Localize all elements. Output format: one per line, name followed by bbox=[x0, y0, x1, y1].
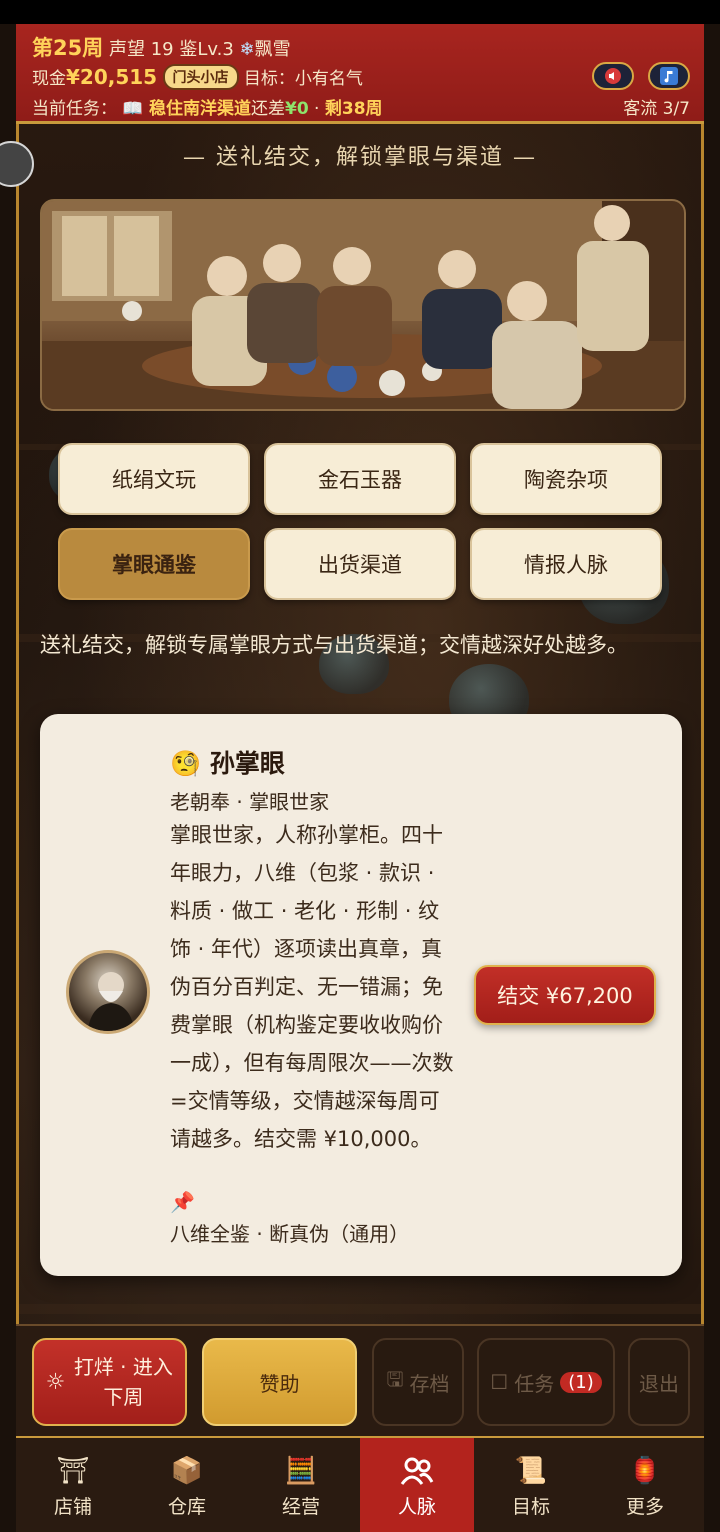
category-intel-contacts-button[interactable]: 情报人脉 bbox=[470, 528, 662, 600]
task-separator: · bbox=[308, 99, 325, 119]
category-appraisal-button[interactable]: 掌眼通鉴 bbox=[58, 528, 250, 600]
tab-contacts[interactable]: 人脉 bbox=[360, 1438, 474, 1532]
scroll-icon: 📜 bbox=[514, 1455, 548, 1486]
shop-icon: ⛩ bbox=[56, 1455, 90, 1486]
contact-avatar bbox=[66, 950, 150, 1034]
floppy-icon: 🖫 bbox=[386, 1367, 404, 1391]
people-icon bbox=[400, 1452, 434, 1490]
reputation-label: 声望 19 bbox=[108, 39, 174, 60]
scene-artwork bbox=[42, 201, 684, 409]
task-gap-label: 还差 bbox=[250, 99, 285, 119]
contact-perk: 📌 八维全鉴 · 断真伪（通用） bbox=[170, 1186, 430, 1250]
tasks-button[interactable]: ☐ 任务 (1) bbox=[477, 1338, 615, 1426]
contact-card: 🧐 孙掌眼 老朝奉 · 掌眼世家 掌眼世家，人称孙掌柜。四十年眼力，八维（包浆 … bbox=[40, 714, 682, 1276]
contact-description: 掌眼世家，人称孙掌柜。四十年眼力，八维（包浆 · 款识 · 料质 · 做工 · … bbox=[170, 823, 454, 1151]
weather-label: 飘雪 bbox=[254, 39, 291, 60]
save-button[interactable]: 🖫 存档 bbox=[372, 1338, 464, 1426]
shop-level-badge: 门头小店 bbox=[162, 64, 239, 90]
music-note-icon bbox=[660, 67, 678, 85]
category-label: 情报人脉 bbox=[524, 553, 608, 577]
contact-name: 孙掌眼 bbox=[209, 749, 285, 778]
tab-label: 仓库 bbox=[167, 1495, 206, 1518]
task-remaining: 剩38周 bbox=[324, 99, 383, 119]
snowflake-icon: ❄ bbox=[239, 39, 255, 60]
tab-business[interactable]: 🧮 经营 bbox=[244, 1438, 358, 1532]
tab-goals[interactable]: 📜 目标 bbox=[474, 1438, 588, 1532]
category-sales-channel-button[interactable]: 出货渠道 bbox=[264, 528, 456, 600]
book-icon: 📖 bbox=[122, 99, 144, 119]
section-subtitle: — 送礼结交，解锁掌眼与渠道 — bbox=[183, 145, 537, 170]
monocle-face-icon: 🧐 bbox=[170, 749, 202, 778]
save-label: 存档 bbox=[409, 1371, 450, 1396]
tab-label: 目标 bbox=[511, 1495, 550, 1518]
pushpin-icon: 📌 bbox=[170, 1190, 195, 1214]
status-header: 第25周 声望 19 鉴Lv.3 ❄飘雪 现金¥20,515 门头小店 目标：小… bbox=[16, 24, 704, 124]
category-label: 出货渠道 bbox=[318, 553, 402, 577]
more-icon: 🏮 bbox=[628, 1455, 662, 1486]
task-name: 稳住南洋渠道 bbox=[148, 99, 251, 119]
warehouse-icon: 📦 bbox=[170, 1455, 204, 1486]
bottom-tab-bar: ⛩ 店铺 📦 仓库 🧮 经营 人脉 📜 目标 🏮 更多 bbox=[16, 1436, 704, 1532]
appraisal-level: 鉴Lv.3 bbox=[179, 39, 234, 60]
tab-label: 店铺 bbox=[53, 1495, 92, 1518]
tab-shop[interactable]: ⛩ 店铺 bbox=[16, 1438, 130, 1532]
tab-label: 更多 bbox=[625, 1495, 664, 1518]
category-label: 陶瓷杂项 bbox=[524, 468, 608, 492]
music-toggle-button[interactable] bbox=[648, 62, 690, 90]
tab-more[interactable]: 🏮 更多 bbox=[588, 1438, 702, 1532]
contact-title: 老朝奉 · 掌眼世家 bbox=[170, 790, 330, 814]
category-label: 金石玉器 bbox=[318, 468, 402, 492]
abacus-icon: 🧮 bbox=[284, 1455, 318, 1486]
goal-label: 目标：小有名气 bbox=[243, 69, 363, 89]
category-label: 掌眼通鉴 bbox=[112, 553, 196, 577]
task-gap-value: ¥0 bbox=[284, 99, 309, 119]
sound-toggle-button[interactable] bbox=[592, 62, 634, 90]
contact-perk-text: 八维全鉴 · 断真伪（通用） bbox=[170, 1222, 410, 1246]
category-metal-jade-button[interactable]: 金石玉器 bbox=[264, 443, 456, 515]
action-bar: ☼ 打烊 · 进入下周 赞助 🖫 存档 ☐ 任务 (1) 退出 bbox=[16, 1324, 704, 1436]
tasks-count-badge: (1) bbox=[560, 1371, 602, 1393]
befriend-button[interactable]: 结交 ¥67,200 bbox=[474, 965, 656, 1025]
contact-name-row: 🧐 孙掌眼 bbox=[170, 744, 285, 780]
system-status-bar bbox=[0, 0, 720, 24]
category-ceramics-button[interactable]: 陶瓷杂项 bbox=[470, 443, 662, 515]
week-label: 第25周 bbox=[32, 36, 104, 60]
exit-button[interactable]: 退出 bbox=[628, 1338, 690, 1426]
sun-icon: ☼ bbox=[45, 1369, 66, 1395]
elder-portrait-icon bbox=[87, 972, 135, 1031]
cash-value: ¥20,515 bbox=[66, 65, 158, 89]
tab-warehouse[interactable]: 📦 仓库 bbox=[130, 1438, 244, 1532]
tea-gathering-illustration bbox=[40, 199, 686, 411]
close-shop-next-week-button[interactable]: ☼ 打烊 · 进入下周 bbox=[32, 1338, 187, 1426]
speaker-icon bbox=[605, 68, 621, 84]
task-label: 当前任务： bbox=[32, 99, 117, 119]
section-intro-text: 送礼结交，解锁专属掌眼方式与出货渠道；交情越深好处越多。 bbox=[40, 633, 628, 657]
sponsor-button[interactable]: 赞助 bbox=[202, 1338, 357, 1426]
next-week-label: 打烊 · 进入下周 bbox=[73, 1355, 173, 1409]
tab-label: 经营 bbox=[281, 1495, 320, 1518]
tab-label: 人脉 bbox=[397, 1495, 436, 1518]
task-square-icon: ☐ bbox=[490, 1370, 509, 1394]
customer-flow: 客流 3/7 bbox=[623, 99, 690, 119]
cash-label: 现金 bbox=[32, 69, 66, 89]
category-paper-silk-button[interactable]: 纸绢文玩 bbox=[58, 443, 250, 515]
tasks-label: 任务 bbox=[514, 1371, 555, 1396]
category-label: 纸绢文玩 bbox=[112, 468, 196, 492]
